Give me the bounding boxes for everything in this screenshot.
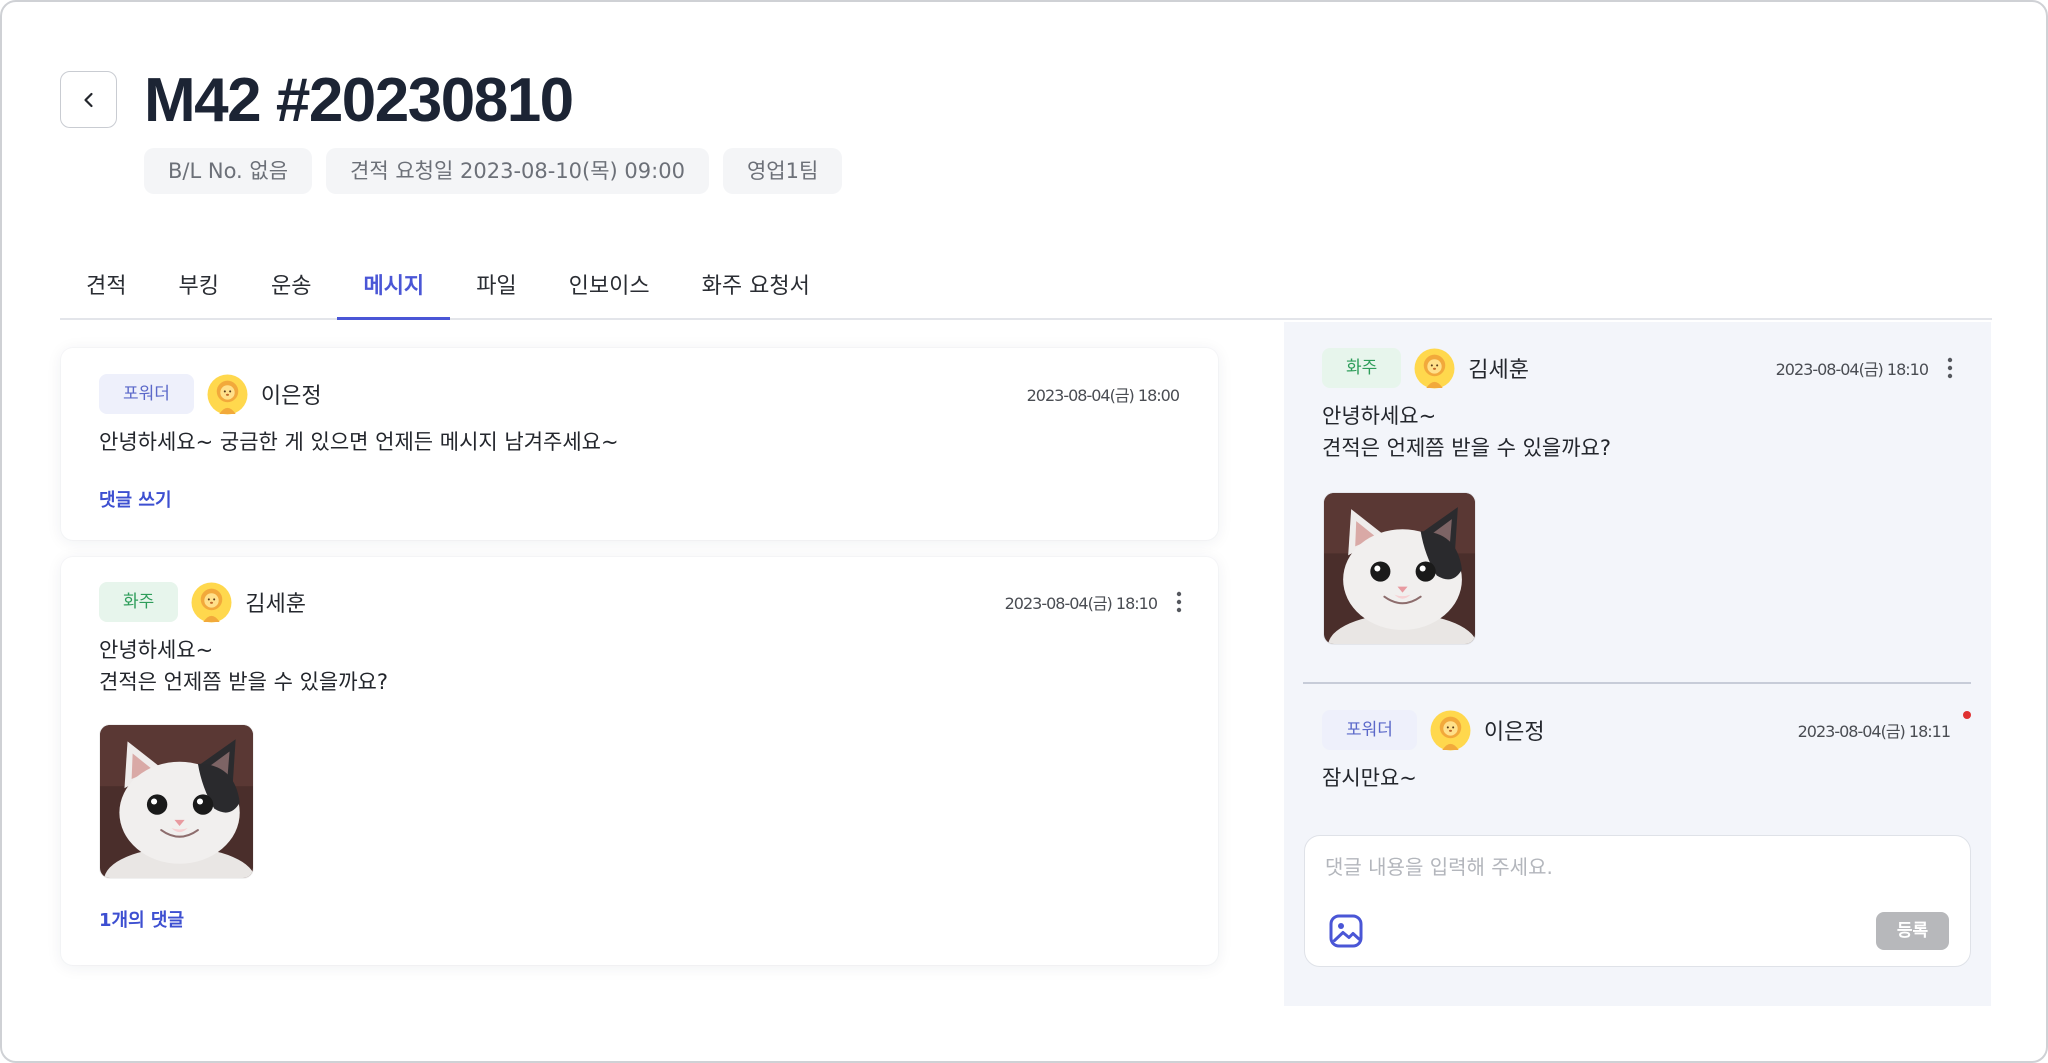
thread-divider <box>1303 682 1971 684</box>
write-comment-link[interactable]: 댓글 쓰기 <box>99 488 172 514</box>
role-badge: 포워더 <box>1322 710 1417 750</box>
image-icon <box>1329 914 1363 948</box>
author-name: 이은정 <box>260 384 322 409</box>
thread-parent-text: 안녕하세요~ 견적은 언제쯤 받을 수 있을까요? <box>1322 400 1611 464</box>
tab-files[interactable]: 파일 <box>450 260 542 318</box>
tab-quote[interactable]: 견적 <box>60 260 152 318</box>
back-button[interactable] <box>60 71 117 128</box>
lion-avatar-icon <box>207 374 248 414</box>
message-line: 견적은 언제쯤 받을 수 있을까요? <box>1322 436 1612 460</box>
tab-booking[interactable]: 부킹 <box>152 260 244 318</box>
message-line: 안녕하세요~ <box>99 638 214 662</box>
message-line: 안녕하세요~ <box>1322 404 1437 428</box>
thread-panel: 화주 김세훈 2023-08-04(금) 18:10 안녕하세요~ 견적은 언제… <box>1284 322 1991 1006</box>
message-timestamp: 2023-08-04(금) 18:11 <box>1797 722 1951 741</box>
lion-avatar-icon <box>1430 710 1471 750</box>
role-badge: 화주 <box>99 582 179 622</box>
unread-indicator <box>1963 711 1971 719</box>
comment-count-link[interactable]: 1개의 댓글 <box>99 908 184 934</box>
info-chips: B/L No. 없음 견적 요청일 2023-08-10(목) 09:00 영업… <box>144 148 843 194</box>
message-card: 포워더 이은정 2023-08-04(금) 18:00 안녕하세요~ 궁금한 게… <box>61 348 1218 540</box>
bl-number-chip: B/L No. 없음 <box>144 148 313 194</box>
message-timestamp: 2023-08-04(금) 18:10 <box>1004 594 1158 613</box>
message-line: 안녕하세요~ 궁금한 게 있으면 언제든 메시지 남겨주세요~ <box>99 430 619 454</box>
tab-shipper-request[interactable]: 화주 요청서 <box>676 260 836 318</box>
author-name: 김세훈 <box>1468 358 1530 383</box>
message-header: 포워더 이은정 2023-08-04(금) 18:00 <box>99 374 1180 414</box>
message-text: 안녕하세요~ 견적은 언제쯤 받을 수 있을까요? <box>99 634 388 698</box>
author-name: 이은정 <box>1483 720 1545 745</box>
tab-shipping[interactable]: 운송 <box>245 260 337 318</box>
submit-comment-button[interactable]: 등록 <box>1876 912 1949 950</box>
message-header: 화주 김세훈 2023-08-04(금) 18:10 <box>99 582 1189 622</box>
more-vertical-icon[interactable] <box>1940 348 1960 388</box>
message-line: 견적은 언제쯤 받을 수 있을까요? <box>99 670 389 694</box>
more-vertical-icon[interactable] <box>1169 582 1189 622</box>
message-line: 잠시만요~ <box>1322 766 1417 790</box>
lion-avatar-icon <box>1414 348 1455 388</box>
role-badge: 포워더 <box>99 374 194 414</box>
chevron-left-icon <box>83 92 93 107</box>
author-name: 김세훈 <box>245 592 307 617</box>
thread-parent-header: 화주 김세훈 2023-08-04(금) 18:10 <box>1322 348 1960 388</box>
message-timestamp: 2023-08-04(금) 18:10 <box>1775 360 1929 379</box>
app-window: M42 #20230810 B/L No. 없음 견적 요청일 2023-08-… <box>0 0 2048 1063</box>
role-badge: 화주 <box>1322 348 1402 388</box>
team-chip: 영업1팀 <box>722 148 843 194</box>
quote-request-date-chip: 견적 요청일 2023-08-10(목) 09:00 <box>326 148 709 194</box>
attach-image-button[interactable] <box>1327 912 1365 950</box>
lion-avatar-icon <box>191 582 232 622</box>
comment-input[interactable] <box>1325 850 1945 890</box>
tab-invoice[interactable]: 인보이스 <box>543 260 676 318</box>
reply-header: 포워더 이은정 2023-08-04(금) 18:11 <box>1322 710 1951 750</box>
image-attachment[interactable] <box>1324 493 1475 644</box>
reply-text: 잠시만요~ <box>1322 762 1417 794</box>
comment-composer: 등록 <box>1304 835 1971 967</box>
message-text: 안녕하세요~ 궁금한 게 있으면 언제든 메시지 남겨주세요~ <box>99 426 619 458</box>
image-attachment[interactable] <box>100 725 253 878</box>
message-card: 화주 김세훈 2023-08-04(금) 18:10 안녕하세요~ 견적은 언제… <box>61 557 1218 965</box>
page-title: M42 #20230810 <box>144 66 574 135</box>
message-timestamp: 2023-08-04(금) 18:00 <box>1026 386 1180 405</box>
tab-messages[interactable]: 메시지 <box>337 260 450 320</box>
tab-bar: 견적 부킹 운송 메시지 파일 인보이스 화주 요청서 <box>60 260 1992 320</box>
